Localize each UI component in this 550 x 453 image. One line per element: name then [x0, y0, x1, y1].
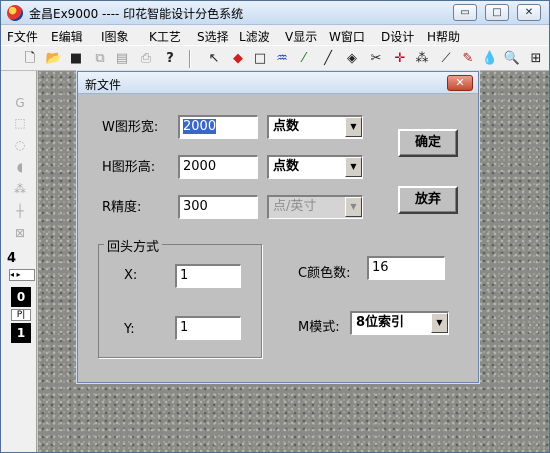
chevron-down-icon: ▼	[345, 197, 362, 217]
precision-input[interactable]: 300	[178, 195, 258, 219]
copy-icon[interactable]: ⧉	[91, 50, 109, 68]
close-button[interactable]: ✕	[517, 4, 541, 21]
pl-toggle[interactable]: P|	[11, 309, 31, 321]
x-input[interactable]: 1	[175, 264, 241, 288]
repeat-group-title: 回头方式	[104, 236, 163, 255]
width-label: W图形宽:	[102, 120, 159, 135]
menu-file[interactable]: F文件	[7, 28, 38, 45]
paste-icon[interactable]: ▤	[113, 50, 131, 68]
scissors-icon[interactable]: ✂	[367, 50, 385, 68]
value-b-display: 1	[11, 323, 31, 343]
repeat-groupbox	[98, 244, 262, 358]
mode-label: M模式:	[298, 320, 340, 335]
spray-icon[interactable]: ⁂	[413, 50, 431, 68]
menu-edit[interactable]: E编辑	[51, 28, 83, 45]
help-icon[interactable]: ?	[161, 50, 179, 68]
precision-unit-select: 点/英寸 ▼	[267, 195, 363, 219]
colors-value: 16	[372, 260, 389, 275]
save-icon[interactable]: ■	[67, 50, 85, 68]
chevron-down-icon[interactable]: ▼	[345, 157, 362, 177]
brush-icon[interactable]: ♒	[273, 50, 291, 68]
precision-label: R精度:	[102, 200, 142, 215]
open-folder-icon[interactable]: 📂	[45, 50, 63, 68]
colors-input[interactable]: 16	[367, 256, 445, 280]
dropper-icon[interactable]: 💧	[481, 50, 499, 68]
width-unit-value: 点数	[273, 119, 300, 134]
pencil-icon[interactable]: ✎	[459, 50, 477, 68]
height-unit-select[interactable]: 点数 ▼	[267, 155, 363, 179]
menu-view[interactable]: V显示	[285, 28, 317, 45]
width-unit-select[interactable]: 点数 ▼	[267, 115, 363, 139]
toolbar-separator	[189, 50, 191, 68]
crosshair-icon[interactable]: ✛	[391, 50, 409, 68]
zoom-icon[interactable]: 🔍	[503, 50, 521, 68]
dialog-title: 新文件	[85, 78, 122, 92]
line-icon[interactable]: ╱	[319, 50, 337, 68]
precision-value: 300	[183, 199, 208, 214]
mode-value: 8位索引	[356, 315, 405, 330]
height-input[interactable]: 2000	[178, 155, 258, 179]
menu-window[interactable]: W窗口	[329, 28, 365, 45]
height-label: H图形高:	[102, 160, 156, 175]
window-title: 金昌Ex9000 ---- 印花智能设计分色系统	[29, 7, 244, 21]
precision-unit-value: 点/英寸	[273, 199, 317, 214]
marquee-icon[interactable]: ⬚	[12, 115, 28, 131]
dialog-close-button[interactable]: ✕	[447, 75, 473, 91]
value-a-display: 0	[11, 287, 31, 307]
toolbar: 🗋 📂 ■ ⧉ ▤ ⎙ ? ↖ ◆ □ ♒ ⁄ ╱ ◈ ✂ ✛ ⁂ ⟋ ✎ 💧 …	[1, 45, 549, 71]
rectangle-icon[interactable]: □	[251, 50, 269, 68]
menu-help[interactable]: H帮助	[427, 28, 460, 45]
title-bar: 金昌Ex9000 ---- 印花智能设计分色系统 ▭ □ ✕	[1, 1, 549, 25]
y-label: Y:	[124, 322, 135, 337]
menu-select[interactable]: S选择	[197, 28, 229, 45]
menu-image[interactable]: I图象	[101, 28, 129, 45]
maximize-button[interactable]: □	[485, 4, 509, 21]
menu-process[interactable]: K工艺	[149, 28, 181, 45]
menu-design[interactable]: D设计	[381, 28, 414, 45]
minimize-button[interactable]: ▭	[453, 4, 477, 21]
crop-icon[interactable]: ⊠	[12, 225, 28, 241]
colors-label: C颜色数:	[298, 266, 351, 281]
ok-button[interactable]: 确定	[398, 129, 458, 157]
pointer-icon[interactable]: ↖	[205, 50, 223, 68]
cancel-button[interactable]: 放弃	[398, 186, 458, 214]
brush-size: 4	[7, 251, 17, 266]
height-unit-value: 点数	[273, 159, 300, 174]
app-logo-icon	[7, 5, 23, 21]
y-value: 1	[180, 320, 189, 335]
lasso-icon[interactable]: ◌	[12, 137, 28, 153]
knife-icon[interactable]: ⟋	[437, 50, 455, 68]
x-value: 1	[180, 268, 189, 283]
mode-select[interactable]: 8位索引 ▼	[350, 311, 449, 335]
magic-wand-icon[interactable]: ◖	[12, 159, 28, 175]
x-label: X:	[124, 268, 138, 283]
menu-bar: F文件 E编辑 I图象 K工艺 S选择 L滤波 V显示 W窗口 D设计 H帮助	[1, 25, 549, 45]
print-icon[interactable]: ⎙	[137, 50, 155, 68]
chevron-down-icon[interactable]: ▼	[431, 313, 448, 333]
new-file-icon[interactable]: 🗋	[21, 50, 39, 68]
left-tool-panel: G ⬚ ◌ ◖ ⁂ ┼ ⊠ 4 ◂ ▸ 0 P| 1	[1, 71, 37, 452]
dialog-title-bar: 新文件 ✕	[78, 72, 478, 94]
fill-icon[interactable]: ◈	[343, 50, 361, 68]
size-stepper[interactable]: ◂ ▸	[9, 269, 35, 281]
tool-g[interactable]: G	[12, 95, 28, 111]
new-file-dialog: 新文件 ✕ W图形宽: 2000 点数 ▼ H图形高: 2000 点数 ▼ R精…	[77, 71, 479, 383]
y-input[interactable]: 1	[175, 316, 241, 340]
measure-icon[interactable]: ┼	[12, 203, 28, 219]
spray-select-icon[interactable]: ⁂	[12, 181, 28, 197]
eraser-icon[interactable]: ◆	[229, 50, 247, 68]
width-input[interactable]: 2000	[178, 115, 258, 139]
width-value: 2000	[183, 119, 217, 134]
menu-filter[interactable]: L滤波	[239, 28, 270, 45]
grid-icon[interactable]: ⊞	[527, 50, 545, 68]
height-value: 2000	[183, 159, 217, 174]
chevron-down-icon[interactable]: ▼	[345, 117, 362, 137]
pen-icon[interactable]: ⁄	[295, 50, 313, 68]
app-window: 金昌Ex9000 ---- 印花智能设计分色系统 ▭ □ ✕ F文件 E编辑 I…	[0, 0, 550, 453]
